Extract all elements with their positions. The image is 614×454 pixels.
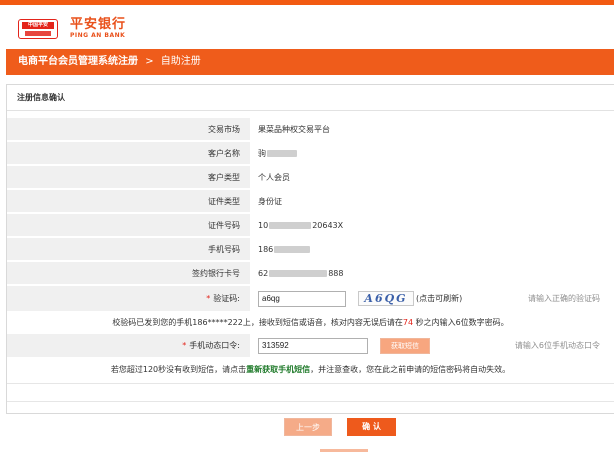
confirm-button[interactable]: 确 认 [347, 418, 396, 436]
phone-prefix: 186 [258, 244, 274, 254]
bank-card-label: 签约银行卡号 [7, 262, 250, 284]
resend-notice: 若您超过120秒没有收到短信，请点击重新获取手机短信，并注意查收，您在此之前申请… [7, 361, 614, 379]
masked-block [274, 245, 311, 253]
market-value: 果菜品种权交易平台 [250, 118, 614, 140]
divider [7, 401, 614, 402]
logo-badge-icon: 中国平安 [18, 18, 58, 39]
id-number-prefix: 10 [258, 220, 269, 230]
sms-notice-before: 校验码已发到您的手机186*****222上，接收到短信或语音，核对内容无误后请… [112, 318, 403, 327]
bottom-accent-bar [320, 449, 368, 452]
divider [7, 383, 614, 384]
id-number-label: 证件号码 [7, 214, 250, 236]
masked-block [269, 269, 328, 277]
id-type-value: 身份证 [250, 190, 614, 212]
breadcrumb-current: 自助注册 [160, 56, 201, 67]
row-dynamic-password: * 手机动态口令: 获取短信 请输入6位手机动态口令 [7, 334, 614, 358]
captcha-side-hint: 请输入正确的验证码 [528, 294, 600, 303]
customer-name-label: 客户名称 [7, 142, 250, 164]
bank-card-prefix: 62 [258, 268, 269, 278]
captcha-input[interactable] [258, 290, 346, 307]
dynamic-password-input[interactable] [258, 337, 368, 354]
phone-value: 186 [250, 238, 614, 260]
section-title: 注册信息确认 [7, 85, 614, 111]
id-number-value: 10 20643X [250, 214, 614, 236]
customer-name-text: 驹 [258, 148, 266, 158]
bank-card-suffix: 888 [328, 268, 344, 278]
sms-countdown: 74 [402, 318, 414, 327]
market-label: 交易市场 [7, 118, 250, 140]
sms-notice-after: 秒之内输入6位数字密码。 [415, 318, 509, 327]
row-market: 交易市场 果菜品种权交易平台 [7, 118, 614, 141]
row-id-type: 证件类型 身份证 [7, 190, 614, 213]
bank-name-cn: 平安银行 [70, 17, 127, 32]
customer-type-label: 客户类型 [7, 166, 250, 188]
logo-text: 平安银行 PING AN BANK [70, 17, 127, 40]
row-customer-type: 客户类型 个人会员 [7, 166, 614, 189]
row-bank-card: 签约银行卡号 62 888 [7, 262, 614, 285]
bank-card-value: 62 888 [250, 262, 614, 284]
id-type-label: 证件类型 [7, 190, 250, 212]
required-mark: * [206, 294, 211, 303]
captcha-image[interactable]: A6QG [358, 291, 414, 306]
logo-badge-text: 中国平安 [22, 21, 54, 29]
row-customer-name: 客户名称 驹 [7, 142, 614, 165]
dynamic-pwd-label: 手机动态口令: [189, 341, 240, 350]
breadcrumb-separator: > [145, 56, 154, 67]
customer-type-value: 个人会员 [250, 166, 614, 188]
phone-label: 手机号码 [7, 238, 250, 260]
registration-confirm-panel: 注册信息确认 交易市场 果菜品种权交易平台 客户名称 驹 客户类型 个人会员 证… [6, 84, 614, 414]
captcha-refresh-hint[interactable]: (点击可刷新) [416, 293, 462, 304]
masked-block [269, 221, 312, 229]
captcha-value-cell: A6QG (点击可刷新) 请输入正确的验证码 [250, 286, 614, 311]
sms-notice: 校验码已发到您的手机186*****222上，接收到短信或语音，核对内容无误后请… [7, 314, 614, 332]
row-captcha: * 验证码: A6QG (点击可刷新) 请输入正确的验证码 [7, 286, 614, 312]
resend-sms-link[interactable]: 重新获取手机短信 [246, 365, 310, 374]
masked-block [267, 149, 297, 157]
id-number-suffix: 20643X [312, 220, 344, 230]
captcha-label-cell: * 验证码: [7, 286, 250, 311]
customer-name-value: 驹 [250, 142, 614, 164]
required-mark: * [182, 341, 187, 350]
breadcrumb: 电商平台会员管理系统注册 > 自助注册 [6, 49, 614, 75]
logo-badge-bar [25, 30, 51, 36]
breadcrumb-system[interactable]: 电商平台会员管理系统注册 [18, 56, 138, 67]
resend-notice-after: ，并注意查收，您在此之前申请的短信密码将自动失效。 [310, 365, 511, 374]
bank-name-en: PING AN BANK [70, 32, 126, 39]
resend-notice-before: 若您超过120秒没有收到短信，请点击 [110, 365, 247, 374]
dynamic-pwd-label-cell: * 手机动态口令: [7, 334, 250, 357]
dynamic-pwd-side-hint: 请输入6位手机动态口令 [514, 341, 600, 350]
row-phone: 手机号码 186 [7, 238, 614, 261]
dynamic-pwd-value-cell: 获取短信 请输入6位手机动态口令 [250, 334, 614, 357]
page-header: 中国平安 平安银行 PING AN BANK [0, 5, 614, 47]
row-id-number: 证件号码 10 20643X [7, 214, 614, 237]
prev-step-button[interactable]: 上一步 [284, 418, 332, 436]
captcha-label: 验证码: [213, 294, 240, 303]
get-sms-button[interactable]: 获取短信 [380, 337, 430, 354]
bank-logo: 中国平安 平安银行 PING AN BANK [18, 18, 126, 39]
